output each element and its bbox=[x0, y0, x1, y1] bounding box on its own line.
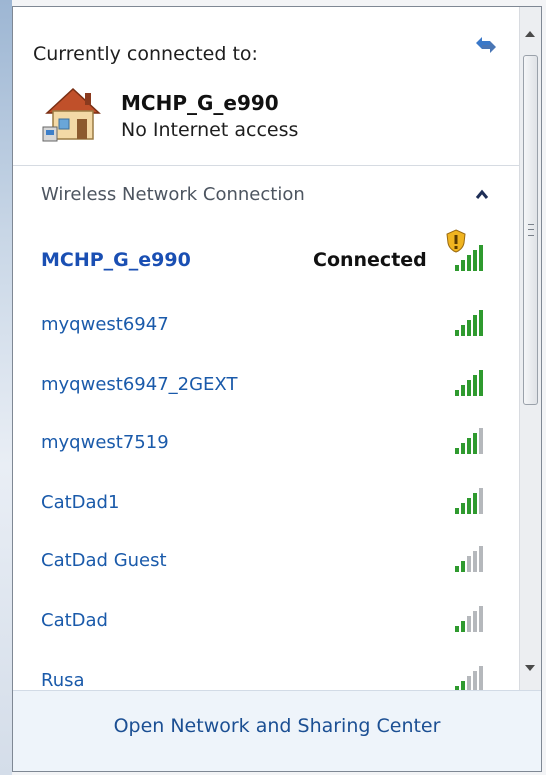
flyout-content: Currently connected to: MCHP_G_e990 No I… bbox=[13, 7, 519, 690]
signal-bar bbox=[461, 385, 465, 396]
signal-bar bbox=[479, 488, 483, 514]
signal-bar bbox=[473, 551, 477, 572]
refresh-icon[interactable] bbox=[470, 31, 502, 59]
signal-bar bbox=[467, 255, 471, 271]
network-item-myqwest6947-2gext[interactable]: myqwest6947_2GEXT bbox=[27, 362, 507, 412]
signal-bar bbox=[473, 493, 477, 514]
divider bbox=[13, 165, 519, 166]
signal-bar bbox=[479, 666, 483, 690]
signal-bar bbox=[461, 325, 465, 336]
signal-strength-icon bbox=[455, 245, 483, 271]
signal-strength-icon bbox=[455, 666, 483, 690]
signal-bar bbox=[467, 380, 471, 396]
signal-bar bbox=[467, 616, 471, 632]
signal-bar bbox=[479, 546, 483, 572]
signal-bar bbox=[479, 428, 483, 454]
open-network-sharing-center-link[interactable]: Open Network and Sharing Center bbox=[13, 715, 541, 737]
connection-status: No Internet access bbox=[121, 119, 299, 141]
signal-bar bbox=[461, 561, 465, 572]
signal-strength-icon bbox=[455, 310, 483, 336]
network-connected-label: Connected bbox=[313, 249, 427, 271]
signal-bar bbox=[467, 676, 471, 690]
scroll-up-arrow-icon[interactable] bbox=[525, 31, 535, 37]
signal-bar bbox=[467, 438, 471, 454]
network-item-mchp-g-e990[interactable]: MCHP_G_e990 Connected bbox=[27, 229, 507, 287]
network-name: myqwest6947_2GEXT bbox=[41, 374, 238, 395]
connected-header: Currently connected to: bbox=[33, 43, 258, 65]
network-name: myqwest7519 bbox=[41, 432, 169, 453]
network-item-myqwest6947[interactable]: myqwest6947 bbox=[27, 302, 507, 352]
signal-bar bbox=[479, 606, 483, 632]
section-title: Wireless Network Connection bbox=[41, 184, 305, 205]
flyout-footer: Open Network and Sharing Center bbox=[13, 690, 541, 771]
scroll-down-arrow-icon[interactable] bbox=[525, 665, 535, 671]
signal-bar bbox=[461, 503, 465, 514]
signal-bar bbox=[479, 370, 483, 396]
signal-bar bbox=[455, 566, 459, 572]
signal-bar bbox=[455, 626, 459, 632]
signal-bar bbox=[479, 245, 483, 271]
network-name: MCHP_G_e990 bbox=[41, 249, 191, 271]
chevron-up-icon[interactable] bbox=[475, 189, 489, 201]
network-name: CatDad bbox=[41, 610, 108, 631]
signal-strength-icon bbox=[455, 428, 483, 454]
signal-strength-icon bbox=[455, 546, 483, 572]
signal-bar bbox=[467, 320, 471, 336]
network-name: CatDad Guest bbox=[41, 550, 167, 571]
signal-bar bbox=[467, 498, 471, 514]
signal-bar bbox=[473, 250, 477, 271]
network-item-rusa[interactable]: Rusa bbox=[27, 658, 507, 690]
network-name: Rusa bbox=[41, 670, 85, 690]
network-item-myqwest7519[interactable]: myqwest7519 bbox=[27, 420, 507, 470]
signal-bar bbox=[473, 611, 477, 632]
desktop-background-strip bbox=[0, 0, 12, 775]
signal-bar bbox=[473, 433, 477, 454]
vertical-scrollbar[interactable] bbox=[519, 7, 541, 690]
signal-strength-icon bbox=[455, 370, 483, 396]
signal-bar bbox=[461, 443, 465, 454]
signal-bar bbox=[473, 375, 477, 396]
signal-bar bbox=[461, 681, 465, 690]
network-item-catdad[interactable]: CatDad bbox=[27, 598, 507, 648]
signal-bar bbox=[473, 315, 477, 336]
signal-bar bbox=[455, 508, 459, 514]
signal-bar bbox=[461, 260, 465, 271]
signal-bar bbox=[473, 671, 477, 690]
signal-bar bbox=[455, 448, 459, 454]
network-item-catdad1[interactable]: CatDad1 bbox=[27, 480, 507, 530]
signal-bar bbox=[467, 556, 471, 572]
grip-icon bbox=[528, 224, 534, 236]
signal-bar bbox=[479, 310, 483, 336]
signal-strength-icon bbox=[455, 488, 483, 514]
signal-bar bbox=[455, 330, 459, 336]
home-network-icon bbox=[42, 87, 101, 142]
signal-bar bbox=[455, 265, 459, 271]
network-item-catdad-guest[interactable]: CatDad Guest bbox=[27, 538, 507, 588]
connected-network-name: MCHP_G_e990 bbox=[121, 91, 279, 115]
signal-bar bbox=[455, 390, 459, 396]
network-name: myqwest6947 bbox=[41, 314, 169, 335]
signal-bar bbox=[461, 621, 465, 632]
network-name: CatDad1 bbox=[41, 492, 120, 513]
signal-strength-icon bbox=[455, 606, 483, 632]
network-flyout: Currently connected to: MCHP_G_e990 No I… bbox=[12, 6, 542, 772]
scrollbar-thumb[interactable] bbox=[523, 55, 538, 405]
